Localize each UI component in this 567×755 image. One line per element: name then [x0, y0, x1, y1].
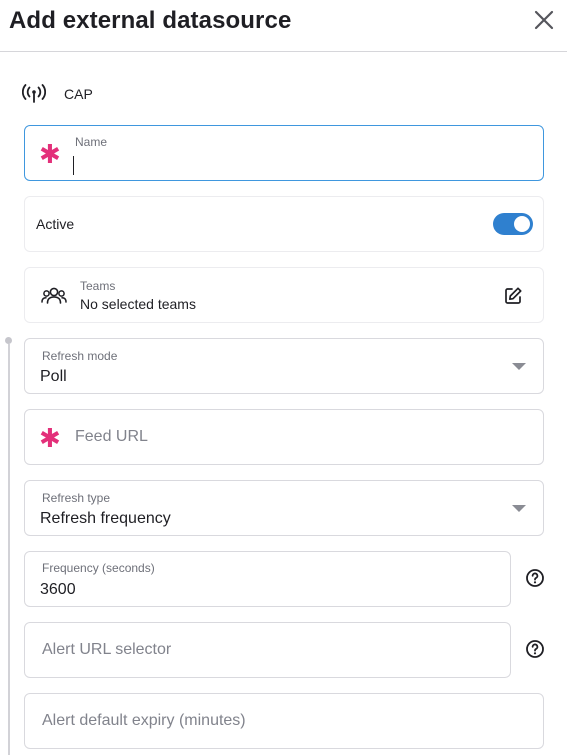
refresh-mode-value: Poll [40, 368, 67, 385]
toggle-knob [514, 216, 530, 232]
feed-url-placeholder: Feed URL [75, 428, 148, 445]
frequency-input[interactable]: Frequency (seconds) 3600 [24, 551, 511, 607]
alert-default-expiry-placeholder: Alert default expiry (minutes) [42, 712, 246, 729]
teams-row: Teams No selected teams [24, 267, 544, 323]
alert-url-selector-placeholder: Alert URL selector [42, 641, 172, 658]
teams-value: No selected teams [80, 296, 196, 312]
required-asterisk: ✱ [39, 140, 61, 170]
refresh-mode-select[interactable]: Refresh mode Poll [24, 338, 544, 394]
timeline-line [8, 344, 10, 755]
edit-icon[interactable] [503, 286, 523, 306]
active-row: Active [24, 196, 544, 252]
users-icon [41, 287, 67, 304]
source-type: CAP [22, 82, 93, 106]
help-icon[interactable] [525, 568, 545, 588]
source-type-label: CAP [64, 86, 93, 102]
refresh-type-value: Refresh frequency [40, 510, 171, 527]
refresh-type-label: Refresh type [42, 491, 111, 505]
chevron-down-icon [512, 505, 526, 512]
name-field-label: Name [75, 135, 108, 149]
close-icon [534, 10, 554, 30]
frequency-value: 3600 [40, 581, 76, 598]
name-field[interactable]: ✱ Name [24, 125, 544, 181]
dialog-header: Add external datasource [0, 0, 567, 52]
close-button[interactable] [530, 7, 558, 35]
required-asterisk: ✱ [39, 424, 61, 454]
dialog-title: Add external datasource [9, 7, 292, 34]
teams-label: Teams [80, 279, 116, 293]
frequency-label: Frequency (seconds) [42, 561, 155, 575]
alert-default-expiry-input[interactable]: Alert default expiry (minutes) [24, 693, 544, 749]
refresh-type-select[interactable]: Refresh type Refresh frequency [24, 480, 544, 536]
refresh-mode-label: Refresh mode [42, 349, 118, 363]
help-icon[interactable] [525, 639, 545, 659]
chevron-down-icon [512, 363, 526, 370]
feed-url-input[interactable]: ✱ Feed URL [24, 409, 544, 465]
active-toggle[interactable] [493, 213, 533, 235]
timeline-dot [5, 337, 12, 344]
text-cursor [73, 156, 74, 175]
alert-url-selector-input[interactable]: Alert URL selector [24, 622, 511, 678]
antenna-icon [22, 84, 46, 103]
active-label: Active [36, 216, 75, 232]
